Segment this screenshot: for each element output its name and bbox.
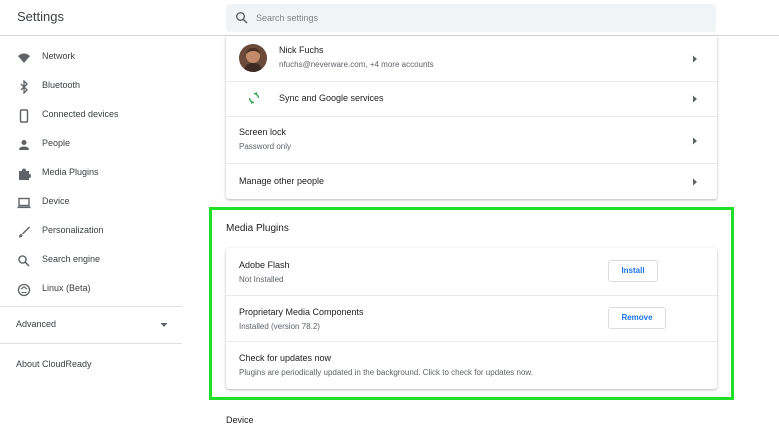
bluetooth-icon [20, 80, 28, 94]
chevron-down-icon [160, 323, 168, 327]
settings-app: Settings Network Bluetooth [0, 0, 779, 429]
sidebar-item-linux[interactable]: Linux (Beta) [0, 276, 186, 304]
search-box[interactable] [226, 4, 716, 32]
sidebar-divider [0, 306, 182, 307]
linux-icon [17, 283, 31, 297]
manage-people-row[interactable]: Manage other people [226, 163, 717, 199]
chevron-right-icon [693, 95, 697, 103]
person-icon [19, 140, 29, 150]
chevron-right-icon [693, 137, 697, 145]
chevron-right-icon [693, 55, 697, 63]
search-icon [18, 255, 30, 267]
avatar [239, 44, 267, 72]
account-email: nfuchs@neverware.com, +4 more accounts [279, 60, 434, 69]
sidebar: Network Bluetooth Connected devices Peop… [0, 36, 186, 429]
sync-label: Sync and Google services [279, 93, 384, 103]
wifi-icon [18, 53, 30, 63]
sidebar-item-search-engine[interactable]: Search engine [0, 247, 186, 275]
sidebar-item-label: Linux (Beta) [42, 283, 91, 293]
search-input[interactable] [256, 8, 696, 28]
manage-people-label: Manage other people [239, 176, 325, 186]
sidebar-item-bluetooth[interactable]: Bluetooth [0, 73, 186, 101]
sidebar-item-device[interactable]: Device [0, 189, 186, 217]
account-row[interactable]: Nick Fuchs nfuchs@neverware.com, +4 more… [226, 36, 717, 81]
search-icon [236, 12, 248, 24]
highlight-box [209, 207, 734, 400]
sidebar-item-people[interactable]: People [0, 131, 186, 159]
sidebar-item-label: Device [42, 196, 70, 206]
brush-icon [19, 226, 30, 238]
sidebar-item-media-plugins[interactable]: Media Plugins [0, 160, 186, 188]
phone-icon [19, 109, 29, 123]
about-link[interactable]: About CloudReady [16, 359, 92, 369]
sidebar-item-label: Personalization [42, 225, 104, 235]
header: Settings [0, 0, 779, 36]
sidebar-divider [0, 343, 182, 344]
advanced-label: Advanced [16, 319, 57, 329]
sidebar-item-label: Media Plugins [42, 167, 99, 177]
sidebar-item-label: Search engine [42, 254, 101, 264]
puzzle-icon [19, 168, 31, 180]
sync-icon [248, 92, 260, 104]
app-title: Settings [17, 9, 64, 24]
sidebar-item-label: Network [42, 51, 76, 61]
sidebar-item-personalization[interactable]: Personalization [0, 218, 186, 246]
screen-lock-row[interactable]: Screen lock Password only [226, 116, 717, 163]
sidebar-item-label: Connected devices [42, 109, 119, 119]
sidebar-item-label: Bluetooth [42, 80, 81, 90]
chevron-right-icon [693, 178, 697, 186]
sidebar-item-connected-devices[interactable]: Connected devices [0, 102, 186, 130]
device-heading: Device [226, 415, 254, 425]
sidebar-item-network[interactable]: Network [0, 44, 186, 72]
screen-lock-title: Screen lock [239, 127, 287, 137]
sidebar-item-label: People [42, 138, 71, 148]
sync-row[interactable]: Sync and Google services [226, 81, 717, 116]
screen-lock-sub: Password only [239, 142, 292, 151]
account-name: Nick Fuchs [279, 45, 324, 55]
laptop-icon [17, 197, 31, 209]
people-card: Nick Fuchs nfuchs@neverware.com, +4 more… [226, 36, 717, 199]
